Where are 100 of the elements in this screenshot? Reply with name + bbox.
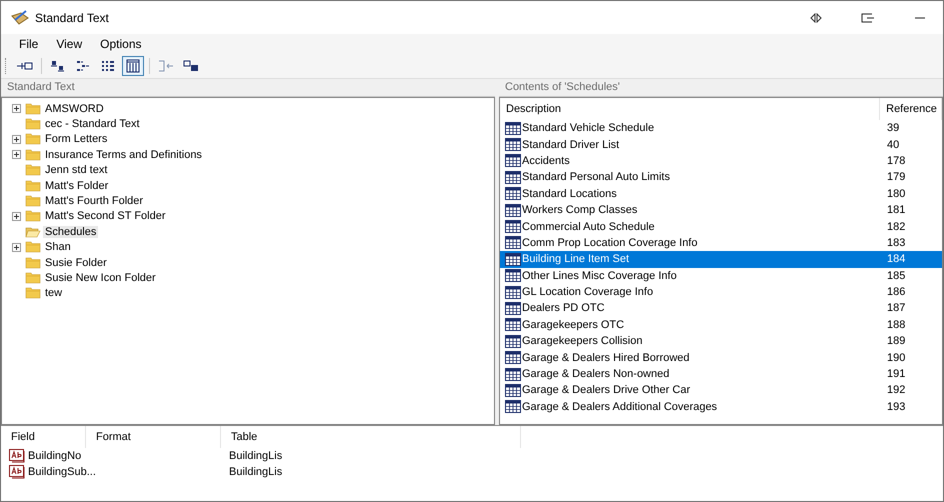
table-icon — [505, 252, 521, 266]
reference-text: 39 — [886, 122, 900, 134]
description-text: Building Line Item Set — [522, 253, 630, 266]
list-row[interactable]: Building Line Item Set 184 — [500, 251, 942, 268]
table-icon — [505, 351, 521, 364]
list-row[interactable]: Workers Comp Classes 181 — [500, 202, 942, 218]
reference-text: 184 — [886, 253, 906, 266]
tree-item[interactable]: Susie Folder — [43, 256, 109, 269]
list-row[interactable]: Garage & Dealers Additional Coverages 193 — [500, 398, 942, 416]
list-row[interactable]: GL Location Coverage Info 186 — [500, 284, 942, 300]
description-text: Commercial Auto Schedule — [522, 220, 655, 233]
table-name: BuildingLis — [229, 450, 282, 462]
folder-icon — [25, 164, 41, 176]
table-icon — [505, 269, 521, 282]
tree-item[interactable]: Matt's Fourth Folder — [43, 195, 146, 208]
description-text: Garage & Dealers Additional Coverages — [522, 400, 718, 413]
reference-text: 180 — [886, 188, 906, 200]
expand-icon[interactable] — [12, 134, 21, 144]
tree-item[interactable]: Form Letters — [43, 133, 110, 146]
tree-item[interactable]: Matt's Second ST Folder — [43, 210, 168, 222]
description-text: Dealers PD OTC — [522, 302, 605, 314]
table-icon — [505, 368, 521, 381]
list-row[interactable]: Standard Locations 180 — [500, 186, 942, 202]
panel-title: Standard Text — [1, 79, 495, 97]
reference-text: 186 — [886, 286, 906, 298]
text-field-icon — [9, 465, 26, 479]
table-icon — [505, 384, 521, 397]
folder-icon — [25, 118, 41, 130]
windows-icon — [183, 60, 199, 72]
reference-text: 189 — [886, 335, 906, 348]
menu-item[interactable]: View — [48, 35, 90, 53]
folder-icon — [25, 180, 41, 192]
description-text: Other Lines Misc Coverage Info — [522, 270, 677, 282]
expand-icon[interactable] — [12, 104, 21, 114]
column-header[interactable]: Table — [221, 426, 521, 448]
merge-icon — [158, 59, 174, 73]
toolbar-button[interactable] — [122, 56, 144, 76]
tree-item[interactable]: Shan — [43, 241, 73, 254]
table-icon — [505, 400, 521, 414]
table-name: BuildingLis — [229, 466, 282, 478]
description-text: Comm Prop Location Coverage Info — [522, 236, 698, 249]
column-header[interactable]: Format — [86, 426, 221, 448]
list-row[interactable]: Garage & Dealers Drive Other Car 192 — [500, 382, 942, 399]
dock-icon — [861, 12, 875, 22]
folder-icon — [25, 226, 41, 238]
list-row[interactable]: Standard Driver List 40 — [500, 136, 942, 153]
tree-item[interactable]: Matt's Folder — [43, 180, 110, 192]
tree-item[interactable]: Schedules — [43, 226, 98, 238]
list-row[interactable]: Garage & Dealers Non-owned 191 — [500, 366, 942, 382]
description-text: Garagekeepers OTC — [522, 318, 624, 331]
tree-item[interactable]: cec - Standard Text — [43, 118, 142, 130]
reference-text: 191 — [886, 368, 906, 380]
snap-icon — [810, 12, 822, 22]
folder-icon — [25, 287, 41, 300]
description-text: Garage & Dealers Drive Other Car — [522, 384, 690, 396]
reference-text: 193 — [886, 400, 906, 413]
list-row[interactable]: Standard Vehicle Schedule 39 — [500, 120, 942, 136]
reference-text: 181 — [886, 204, 906, 216]
reference-text: 182 — [886, 220, 906, 233]
app-icon — [11, 10, 29, 26]
description-text: Garage & Dealers Hired Borrowed — [522, 352, 690, 364]
column-header[interactable]: Reference — [880, 98, 942, 120]
description-text: GL Location Coverage Info — [522, 286, 654, 298]
tree-item[interactable]: AMSWORD — [43, 102, 106, 115]
list-row[interactable]: Garagekeepers Collision 189 — [500, 333, 942, 350]
column-header[interactable]: Description — [500, 98, 880, 120]
list-row[interactable]: Accidents 178 — [500, 152, 942, 170]
list-view-icon — [101, 60, 115, 72]
table-icon — [505, 154, 521, 168]
tree-item[interactable]: Jenn std text — [43, 164, 110, 176]
folder-icon — [25, 256, 41, 269]
folder-icon — [25, 210, 41, 222]
expand-icon[interactable] — [12, 212, 21, 221]
minimize-icon — [915, 16, 925, 18]
description-text: Workers Comp Classes — [522, 204, 638, 216]
tree-item[interactable]: tew — [43, 287, 64, 300]
field-name: BuildingSub... — [28, 466, 96, 478]
menu-item[interactable]: File — [11, 35, 46, 53]
details-view-icon — [126, 59, 140, 73]
tree-item[interactable]: Susie New Icon Folder — [43, 272, 158, 284]
expand-icon[interactable] — [12, 242, 21, 252]
description-text: Standard Personal Auto Limits — [522, 171, 670, 184]
reference-text: 179 — [886, 171, 906, 184]
list-row[interactable]: Garagekeepers OTC 188 — [500, 316, 942, 334]
description-text: Accidents — [522, 154, 570, 167]
list-row[interactable]: Other Lines Misc Coverage Info 185 — [500, 268, 942, 284]
list-row[interactable]: Standard Personal Auto Limits 179 — [500, 169, 942, 186]
list-row[interactable]: Comm Prop Location Coverage Info 183 — [500, 234, 942, 252]
table-icon — [505, 318, 521, 332]
table-icon — [505, 122, 521, 135]
expand-icon[interactable] — [12, 150, 21, 160]
column-header[interactable]: Field — [1, 426, 86, 448]
description-text: Garagekeepers Collision — [522, 335, 642, 348]
menu-item[interactable]: Options — [92, 35, 150, 53]
tree-item[interactable]: Insurance Terms and Definitions — [43, 148, 204, 161]
list-row[interactable]: Commercial Auto Schedule 182 — [500, 218, 942, 235]
window-title: Standard Text — [35, 10, 110, 24]
table-icon — [505, 236, 521, 250]
list-row[interactable]: Dealers PD OTC 187 — [500, 300, 942, 317]
list-row[interactable]: Garage & Dealers Hired Borrowed 190 — [500, 349, 942, 366]
